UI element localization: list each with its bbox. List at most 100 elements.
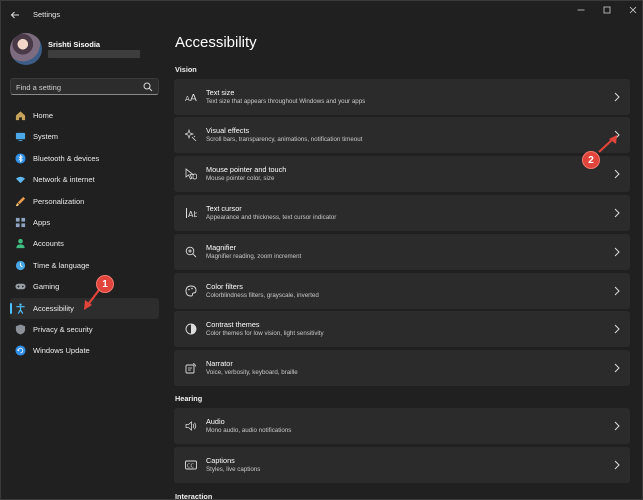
svg-text:CC: CC — [187, 463, 194, 469]
page-title: Accessibility — [175, 34, 257, 51]
sidebar-item-home[interactable]: Home — [10, 105, 159, 126]
sidebar-item-bluetooth[interactable]: Bluetooth & devices — [10, 148, 159, 169]
close-button[interactable] — [619, 4, 642, 18]
sidebar: Srishti Sisodia Home System Bluetooth & … — [1, 29, 166, 499]
section-label-interaction: Interaction — [175, 492, 213, 500]
settings-window: Settings Srishti Sisodia Home System — [0, 0, 643, 500]
sidebar-item-label: Personalization — [33, 196, 85, 206]
sidebar-item-label: Gaming — [33, 282, 60, 292]
chevron-right-icon — [614, 169, 620, 179]
brush-icon — [15, 196, 26, 206]
setting-contrast-themes[interactable]: Contrast themes Color themes for low vis… — [174, 311, 630, 347]
sidebar-item-label: Apps — [33, 217, 51, 227]
setting-title: Captions — [206, 456, 235, 465]
avatar[interactable] — [10, 33, 42, 65]
sidebar-item-label: Windows Update — [33, 346, 90, 356]
maximize-button[interactable] — [593, 4, 621, 18]
sidebar-item-label: System — [33, 132, 59, 142]
setting-text-cursor[interactable]: Ab Text cursor Appearance and thickness,… — [174, 195, 630, 231]
sidebar-item-gaming[interactable]: Gaming — [10, 276, 159, 297]
sidebar-item-time-language[interactable]: Time & language — [10, 255, 159, 276]
setting-title: Visual effects — [206, 126, 250, 135]
setting-subtitle: Color themes for low vision, light sensi… — [206, 330, 324, 337]
search-box[interactable] — [10, 78, 159, 95]
chevron-right-icon — [614, 286, 620, 296]
svg-text:Ab: Ab — [188, 210, 197, 219]
app-title: Settings — [33, 10, 61, 19]
sidebar-item-label: Network & internet — [33, 175, 95, 185]
mouse-pointer-icon — [185, 168, 197, 180]
sidebar-item-label: Bluetooth & devices — [33, 153, 100, 163]
setting-title: Color filters — [206, 282, 243, 291]
setting-title: Mouse pointer and touch — [206, 165, 287, 174]
text-cursor-icon: Ab — [186, 208, 197, 219]
setting-subtitle: Scroll bars, transparency, animations, n… — [206, 136, 363, 143]
chevron-right-icon — [614, 421, 620, 431]
annotation-badge-2: 2 — [582, 151, 600, 169]
speaker-icon — [185, 421, 197, 431]
sidebar-item-label: Accounts — [33, 239, 64, 249]
setting-narrator[interactable]: Narrator Voice, verbosity, keyboard, bra… — [174, 350, 630, 386]
setting-subtitle: Colorblindness filters, grayscale, inver… — [206, 292, 319, 299]
chevron-right-icon — [614, 324, 620, 334]
setting-captions[interactable]: CC Captions Styles, live captions — [174, 447, 630, 483]
setting-subtitle: Mouse pointer color, size — [206, 175, 275, 182]
sparkle-icon — [185, 129, 197, 141]
sidebar-item-network[interactable]: Network & internet — [10, 169, 159, 190]
text-size-icon: AA — [185, 93, 197, 103]
setting-subtitle: Voice, verbosity, keyboard, braille — [206, 369, 298, 376]
globe-clock-icon — [15, 260, 26, 270]
wifi-icon — [15, 176, 26, 184]
chevron-right-icon — [614, 363, 620, 373]
chevron-right-icon — [614, 247, 620, 257]
setting-subtitle: Magnifier reading, zoom increment — [206, 253, 302, 260]
chevron-right-icon — [614, 130, 620, 140]
update-icon — [15, 345, 26, 356]
sidebar-item-accessibility[interactable]: Accessibility — [10, 297, 159, 319]
sidebar-item-windows-update[interactable]: Windows Update — [10, 340, 159, 361]
setting-magnifier[interactable]: Magnifier Magnifier reading, zoom increm… — [174, 234, 630, 270]
setting-audio[interactable]: Audio Mono audio, audio notifications — [174, 408, 630, 444]
gamepad-icon — [15, 283, 26, 290]
sidebar-item-label: Accessibility — [33, 303, 74, 313]
sidebar-item-personalization[interactable]: Personalization — [10, 191, 159, 212]
sidebar-item-privacy[interactable]: Privacy & security — [10, 319, 159, 340]
maximize-icon — [603, 6, 611, 14]
search-input[interactable] — [16, 81, 136, 93]
setting-subtitle: Text size that appears throughout Window… — [206, 98, 366, 105]
back-button[interactable] — [7, 7, 23, 23]
magnifier-icon — [185, 246, 197, 258]
user-name: Srishti Sisodia — [48, 40, 101, 49]
setting-mouse-pointer[interactable]: Mouse pointer and touch Mouse pointer co… — [174, 156, 630, 192]
minimize-icon — [577, 9, 585, 11]
setting-color-filters[interactable]: Color filters Colorblindness filters, gr… — [174, 273, 630, 309]
shield-icon — [15, 324, 26, 335]
sidebar-item-label: Home — [33, 111, 54, 120]
main-content: Accessibility Vision AA Text size Text s… — [166, 29, 642, 500]
section-label-vision: Vision — [175, 65, 197, 74]
sidebar-item-system[interactable]: System — [10, 126, 159, 147]
setting-subtitle: Styles, live captions — [206, 466, 261, 473]
captions-icon: CC — [185, 460, 197, 470]
setting-visual-effects[interactable]: Visual effects Scroll bars, transparency… — [174, 117, 630, 153]
sidebar-item-apps[interactable]: Apps — [10, 212, 159, 233]
chevron-right-icon — [614, 460, 620, 470]
sidebar-item-accounts[interactable]: Accounts — [10, 233, 159, 254]
close-icon — [629, 6, 637, 14]
annotation-badge-1: 1 — [96, 275, 114, 293]
setting-text-size[interactable]: AA Text size Text size that appears thro… — [174, 79, 630, 115]
minimize-button[interactable] — [567, 4, 595, 18]
home-icon — [15, 111, 26, 121]
contrast-icon — [185, 323, 197, 335]
sidebar-nav: Home System Bluetooth & devices Network … — [10, 105, 160, 362]
system-icon — [15, 133, 26, 142]
setting-title: Audio — [206, 417, 225, 426]
user-email-redacted — [48, 50, 140, 58]
sidebar-item-label: Privacy & security — [33, 324, 93, 334]
setting-title: Text size — [206, 88, 235, 97]
chevron-right-icon — [614, 208, 620, 218]
accessibility-icon — [16, 302, 25, 314]
apps-icon — [15, 217, 26, 228]
palette-icon — [185, 285, 197, 297]
search-icon — [143, 82, 153, 92]
